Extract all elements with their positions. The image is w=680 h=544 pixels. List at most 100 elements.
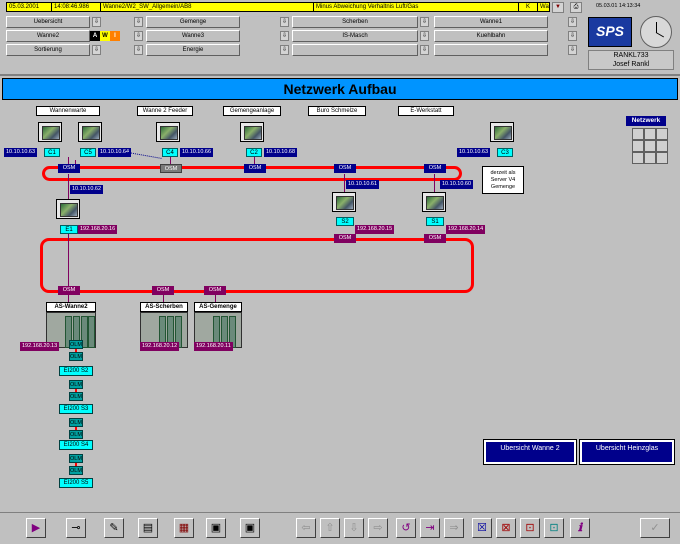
osm-switch[interactable]: OSM — [244, 164, 266, 173]
ei200-s5[interactable]: EI200 S5 — [59, 478, 93, 488]
list-icon[interactable]: ▤ — [138, 518, 158, 538]
nav-is-masch[interactable]: IS-Masch — [292, 30, 418, 42]
grid-cell[interactable] — [632, 140, 644, 152]
grid-cell[interactable] — [644, 152, 656, 164]
print-icon[interactable]: ⎙ — [570, 2, 582, 13]
grid-cell[interactable] — [656, 140, 668, 152]
olm-module[interactable]: OLM — [69, 340, 83, 349]
ei200-s3[interactable]: EI200 S3 — [59, 404, 93, 414]
pc-c3-icon[interactable] — [490, 122, 514, 142]
window-a-icon[interactable]: ☒ — [472, 518, 492, 538]
nav-gemenge[interactable]: Gemenge — [146, 16, 240, 28]
nav-scherben[interactable]: Scherben — [292, 16, 418, 28]
nav-wanne2[interactable]: Wanne2 — [6, 30, 90, 42]
overview-wanne2-button[interactable]: Ubersicht Wanne 2 — [483, 439, 577, 465]
grid-cell[interactable] — [644, 128, 656, 140]
nav-arrow-icon[interactable]: ⇩ — [134, 45, 143, 55]
pc-e1-icon[interactable] — [56, 199, 80, 219]
pc-s1-icon[interactable] — [422, 192, 446, 212]
nav-empty-4[interactable] — [434, 44, 548, 56]
nav-kuehlbahn[interactable]: Kuehlbahn — [434, 30, 548, 42]
goto-icon[interactable]: ⇥ — [420, 518, 440, 538]
pc-c5-icon[interactable] — [78, 122, 102, 142]
osm-switch[interactable]: OSM — [152, 286, 174, 295]
osm-switch[interactable]: OSM — [424, 164, 446, 173]
nav-arrow-icon[interactable]: ⇩ — [280, 17, 289, 27]
olm-module[interactable]: OLM — [69, 352, 83, 361]
window-c-icon[interactable]: ⊡ — [520, 518, 540, 538]
netzwerk-grid[interactable] — [632, 128, 668, 164]
olm-module[interactable]: OLM — [69, 418, 83, 427]
acknowledge-icon[interactable]: ▼ — [552, 2, 564, 13]
pc-c1-icon[interactable] — [38, 122, 62, 142]
nav-arrow-icon[interactable]: ⇩ — [568, 45, 577, 55]
node-c4[interactable]: C4 — [162, 148, 178, 157]
info-icon[interactable]: ℹ — [570, 518, 590, 538]
arrow-left-icon[interactable]: ⇦ — [296, 518, 316, 538]
nav-wanne1[interactable]: Wanne1 — [434, 16, 548, 28]
olm-module[interactable]: OLM — [69, 430, 83, 439]
report-icon[interactable]: ▣ — [206, 518, 226, 538]
node-e1[interactable]: E1 — [60, 225, 78, 234]
pc-c4-icon[interactable] — [156, 122, 180, 142]
nav-arrow-icon[interactable]: ⇩ — [280, 45, 289, 55]
ei200-s4[interactable]: EI200 S4 — [59, 440, 93, 450]
osm-switch[interactable]: OSM — [334, 164, 356, 173]
arrow-down-icon[interactable]: ⇩ — [344, 518, 364, 538]
node-c2[interactable]: C2 — [246, 148, 262, 157]
undo-icon[interactable]: ↺ — [396, 518, 416, 538]
osm-switch[interactable]: OSM — [58, 164, 80, 173]
pc-s2-icon[interactable] — [332, 192, 356, 212]
node-s2[interactable]: S2 — [336, 217, 354, 226]
nav-wanne3[interactable]: Wanne3 — [146, 30, 240, 42]
nav-sortierung[interactable]: Sortierung — [6, 44, 90, 56]
grid-cell[interactable] — [632, 152, 644, 164]
arrow-right-icon[interactable]: ⇨ — [368, 518, 388, 538]
grid-cell[interactable] — [632, 128, 644, 140]
nav-arrow-icon[interactable]: ⇩ — [420, 31, 429, 41]
nav-arrow-icon[interactable]: ⇩ — [420, 45, 429, 55]
node-s1[interactable]: S1 — [426, 217, 444, 226]
osm-switch[interactable]: OSM — [424, 234, 446, 243]
grid-cell[interactable] — [656, 128, 668, 140]
nav-uebersicht[interactable]: Uebersicht — [6, 16, 90, 28]
node-c1[interactable]: C1 — [44, 148, 60, 157]
trend-icon[interactable]: ▦ — [174, 518, 194, 538]
nav-arrow-icon[interactable]: ⇩ — [568, 31, 577, 41]
node-c3[interactable]: C3 — [497, 148, 513, 157]
olm-module[interactable]: OLM — [69, 454, 83, 463]
start-icon[interactable]: ▶ — [26, 518, 46, 538]
olm-module[interactable]: OLM — [69, 380, 83, 389]
ei200-s2[interactable]: EI200 S2 — [59, 366, 93, 376]
next-icon[interactable]: ⇒ — [444, 518, 464, 538]
osm-switch[interactable]: OSM — [58, 286, 80, 295]
nav-energie[interactable]: Energie — [146, 44, 240, 56]
edit-icon[interactable]: ✎ — [104, 518, 124, 538]
osm-switch[interactable]: OSM — [334, 234, 356, 243]
key-icon[interactable]: ⊸ — [66, 518, 86, 538]
node-c5[interactable]: C5 — [80, 148, 96, 157]
window-d-icon[interactable]: ⊡ — [544, 518, 564, 538]
nav-arrow-icon[interactable]: ⇩ — [134, 17, 143, 27]
osm-switch[interactable]: OSM — [160, 164, 182, 173]
header-separator — [0, 74, 680, 76]
print-page-icon[interactable]: ▣ — [240, 518, 260, 538]
window-b-icon[interactable]: ⊠ — [496, 518, 516, 538]
nav-arrow-icon[interactable]: ⇩ — [420, 17, 429, 27]
alarm-line[interactable]: 05.03.2001 14:08:46.986 Wanne2/W2_SW_Allge… — [6, 2, 550, 12]
nav-arrow-icon[interactable]: ⇩ — [92, 45, 101, 55]
overview-heinzglas-button[interactable]: Ubersicht Heinzglas — [579, 439, 675, 465]
nav-arrow-icon[interactable]: ⇩ — [280, 31, 289, 41]
nav-arrow-icon[interactable]: ⇩ — [134, 31, 143, 41]
osm-switch[interactable]: OSM — [204, 286, 226, 295]
nav-empty-3[interactable] — [292, 44, 418, 56]
olm-module[interactable]: OLM — [69, 392, 83, 401]
olm-module[interactable]: OLM — [69, 466, 83, 475]
grid-cell[interactable] — [644, 140, 656, 152]
pc-c2-icon[interactable] — [240, 122, 264, 142]
nav-arrow-icon[interactable]: ⇩ — [92, 17, 101, 27]
confirm-icon[interactable]: ✓ — [640, 518, 670, 538]
arrow-up-icon[interactable]: ⇧ — [320, 518, 340, 538]
grid-cell[interactable] — [656, 152, 668, 164]
nav-arrow-icon[interactable]: ⇩ — [568, 17, 577, 27]
